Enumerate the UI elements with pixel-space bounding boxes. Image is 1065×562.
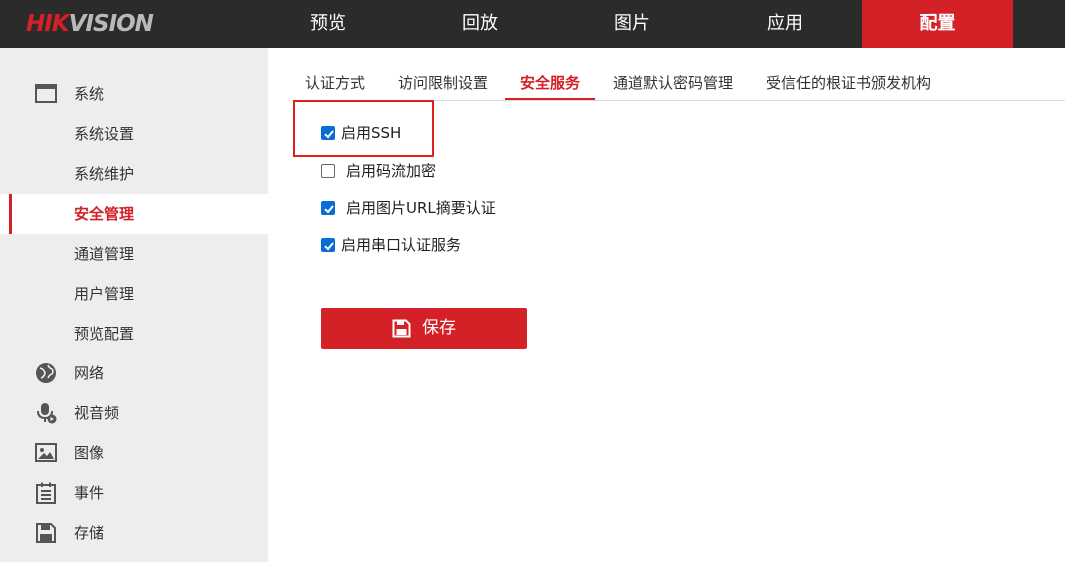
enable-serial-auth-service-label: 启用串口认证服务 (341, 236, 462, 254)
top-navigation-bar: HIKVISION 预览 回放 图片 应用 配置 (0, 0, 1065, 48)
checkmark-icon (324, 242, 334, 251)
sidebar-item-label: 图像 (74, 444, 105, 462)
ssh-highlight-box (293, 100, 434, 157)
sidebar-item-user-management[interactable]: 用户管理 (0, 274, 268, 314)
sidebar-item-label: 网络 (74, 364, 105, 382)
enable-stream-encryption-label: 启用码流加密 (346, 162, 437, 180)
save-button[interactable]: 保存 (321, 308, 527, 349)
enable-picture-url-digest-auth-label: 启用图片URL摘要认证 (346, 199, 496, 217)
microphone-icon (37, 403, 57, 424)
enable-picture-url-digest-auth-option[interactable]: 启用图片URL摘要认证 (321, 197, 511, 219)
enable-serial-auth-service-checkbox[interactable] (321, 238, 335, 252)
tab-access-restriction[interactable]: 访问限制设置 (398, 64, 488, 100)
sidebar-item-label: 系统 (74, 85, 105, 103)
sidebar-item-preview-config[interactable]: 预览配置 (0, 314, 268, 354)
logo-part-vision: VISION (68, 11, 154, 37)
globe-icon (36, 363, 56, 383)
sidebar-item-label: 系统维护 (74, 165, 135, 183)
checkmark-icon (324, 205, 334, 214)
tab-trusted-root-ca[interactable]: 受信任的根证书颁发机构 (766, 64, 931, 100)
sidebar-item-system-maintenance[interactable]: 系统维护 (0, 154, 268, 194)
calendar-list-icon (36, 482, 56, 504)
hikvision-logo[interactable]: HIKVISION (26, 9, 154, 39)
monitor-icon (35, 84, 57, 103)
enable-stream-encryption-option[interactable]: 启用码流加密 (321, 160, 451, 182)
enable-picture-url-digest-auth-checkbox[interactable] (321, 201, 335, 215)
enable-stream-encryption-checkbox[interactable] (321, 164, 335, 178)
sidebar-item-label: 安全管理 (74, 205, 135, 223)
floppy-disk-icon (392, 319, 411, 338)
sidebar-item-label: 系统设置 (74, 125, 135, 143)
sidebar-item-security-management[interactable]: 安全管理 (0, 194, 268, 234)
logo-part-hik: HIK (26, 11, 70, 37)
sidebar-item-label: 存储 (74, 524, 105, 542)
tab-security-service[interactable]: 安全服务 (505, 64, 596, 100)
nav-preview[interactable]: 预览 (252, 0, 404, 48)
sidebar-item-label: 事件 (74, 484, 105, 502)
enable-serial-auth-service-option[interactable]: 启用串口认证服务 (321, 234, 471, 256)
sidebar-item-system[interactable]: 系统 (0, 74, 268, 114)
nav-playback[interactable]: 回放 (404, 0, 556, 48)
sidebar-item-label: 视音频 (74, 404, 120, 422)
image-icon (35, 443, 57, 462)
sidebar: 系统 系统设置 系统维护 安全管理 通道管理 用户管理 预览配置 网络 视音频 (0, 48, 268, 562)
save-button-label: 保存 (422, 318, 456, 338)
sidebar-item-network[interactable]: 网络 (0, 353, 268, 393)
nav-picture[interactable]: 图片 (556, 0, 708, 48)
tab-authentication-method[interactable]: 认证方式 (305, 64, 365, 100)
sidebar-item-label: 通道管理 (74, 245, 135, 263)
tab-channel-default-password[interactable]: 通道默认密码管理 (613, 64, 733, 100)
nav-configuration[interactable]: 配置 (862, 0, 1013, 48)
settings-tabs: 认证方式 访问限制设置 安全服务 通道默认密码管理 受信任的根证书颁发机构 (292, 64, 1065, 101)
floppy-disk-icon (36, 523, 56, 543)
nav-application[interactable]: 应用 (708, 0, 862, 48)
sidebar-item-system-settings[interactable]: 系统设置 (0, 114, 268, 154)
sidebar-item-audio-video[interactable]: 视音频 (0, 393, 268, 433)
sidebar-item-channel-management[interactable]: 通道管理 (0, 234, 268, 274)
sidebar-item-image[interactable]: 图像 (0, 433, 268, 473)
sidebar-item-label: 预览配置 (74, 325, 135, 343)
active-indicator (9, 194, 12, 234)
sidebar-item-label: 用户管理 (74, 285, 135, 303)
sidebar-item-storage[interactable]: 存储 (0, 513, 268, 553)
sidebar-item-event[interactable]: 事件 (0, 473, 268, 513)
